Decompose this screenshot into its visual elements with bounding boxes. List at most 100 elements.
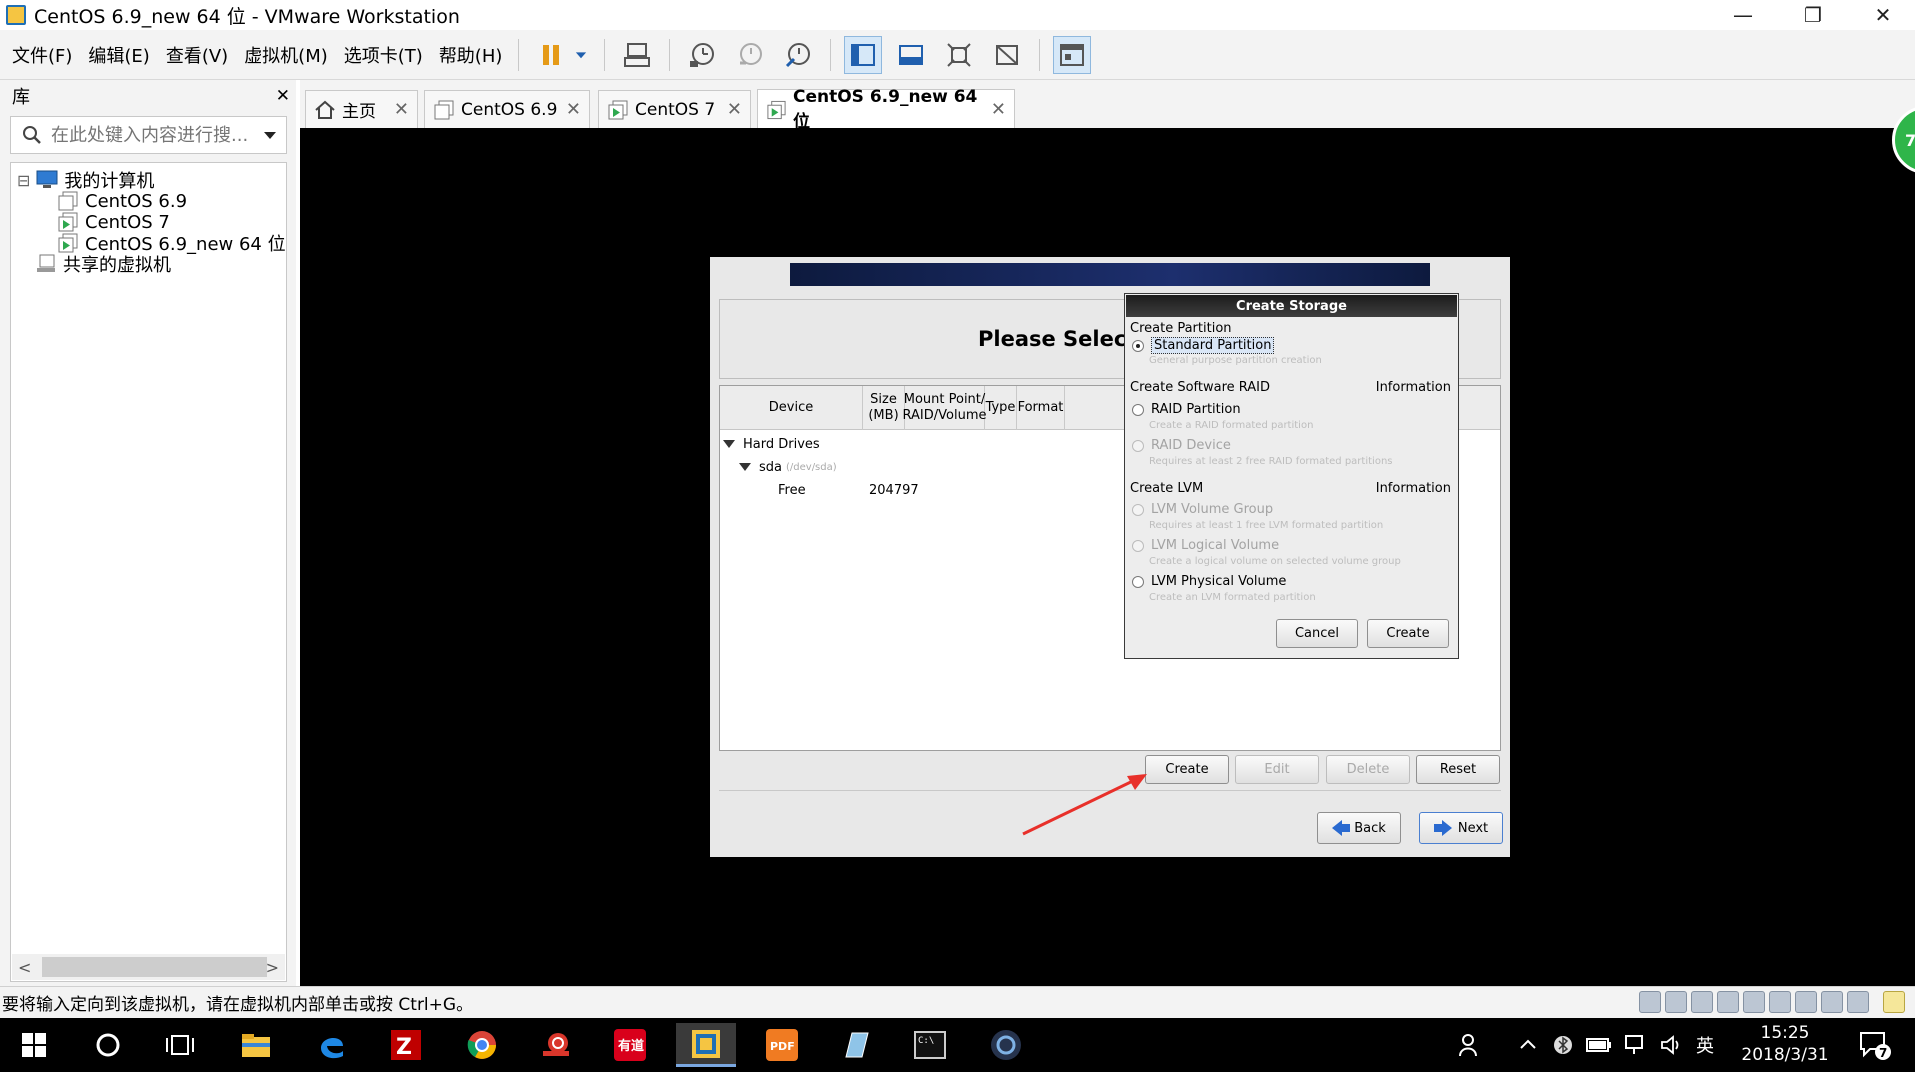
file-explorer-icon[interactable] [226, 1023, 286, 1067]
tree-row-sda[interactable]: sda (/dev/sda) [739, 457, 837, 477]
menu-view[interactable]: 查看(V) [158, 42, 236, 68]
library-close-icon[interactable]: ✕ [276, 86, 290, 106]
collapse-icon[interactable]: ⊟ [17, 171, 30, 190]
restore-button[interactable]: ❐ [1778, 0, 1848, 30]
radio-raid-partition[interactable]: RAID Partition [1132, 402, 1241, 417]
menu-help[interactable]: 帮助(H) [431, 42, 511, 68]
menu-edit[interactable]: 编辑(E) [80, 42, 157, 68]
col-type[interactable]: Type [985, 386, 1017, 430]
radio-icon[interactable] [1132, 403, 1144, 416]
chrome-icon[interactable] [452, 1023, 512, 1067]
edge-browser-icon[interactable] [302, 1023, 362, 1067]
tab-centos-69[interactable]: CentOS 6.9 ✕ [424, 90, 590, 128]
hard-disk-icon[interactable] [1639, 991, 1661, 1013]
radio-icon[interactable] [1132, 339, 1144, 352]
usb-icon[interactable] [1743, 991, 1765, 1013]
chevron-down-icon[interactable] [262, 127, 278, 143]
radio-lvm-physical-volume[interactable]: LVM Physical Volume [1132, 574, 1286, 589]
menu-vm[interactable]: 虚拟机(M) [236, 42, 336, 68]
action-center-icon[interactable]: 7 [1858, 1018, 1892, 1072]
terminal-icon[interactable]: C:\ [900, 1023, 960, 1067]
task-view-icon[interactable] [150, 1023, 210, 1067]
next-button[interactable]: Next [1419, 812, 1503, 844]
radio-icon[interactable] [1132, 575, 1144, 588]
col-format[interactable]: Format [1017, 386, 1065, 430]
volume-icon[interactable] [1660, 1018, 1684, 1072]
col-size[interactable]: Size (MB) [863, 386, 905, 430]
network-icon[interactable] [1717, 991, 1739, 1013]
expander-icon[interactable] [723, 440, 735, 448]
windows-start-icon[interactable] [4, 1023, 64, 1067]
thumbnail-icon[interactable] [1053, 35, 1092, 74]
lvm-information-link[interactable]: Information [1376, 481, 1451, 496]
reset-button[interactable]: Reset [1416, 755, 1500, 784]
close-icon[interactable]: ✕ [566, 99, 581, 120]
message-icon[interactable] [1883, 991, 1905, 1013]
library-hscrollbar[interactable]: < > [12, 954, 285, 980]
battery-icon[interactable] [1586, 1018, 1612, 1072]
minimize-button[interactable]: — [1708, 0, 1778, 30]
cortana-icon[interactable] [78, 1023, 138, 1067]
library-search[interactable] [10, 116, 287, 154]
tab-centos-7[interactable]: CentOS 7 ✕ [598, 90, 751, 128]
notes-app-icon[interactable] [826, 1023, 886, 1067]
bluetooth-icon[interactable] [1552, 1018, 1574, 1072]
radio-icon[interactable] [1132, 503, 1144, 516]
menu-tabs[interactable]: 选项卡(T) [336, 42, 431, 68]
tree-item-shared-vms[interactable]: 共享的虚拟机 [35, 251, 171, 277]
dialog-create-button[interactable]: Create [1367, 619, 1449, 648]
stretch-icon[interactable] [988, 36, 1026, 74]
edit-button[interactable]: Edit [1235, 755, 1319, 784]
close-icon[interactable]: ✕ [394, 99, 409, 120]
scroll-left-icon[interactable]: < [18, 958, 31, 977]
vmware-workstation-icon[interactable] [676, 1023, 736, 1067]
youdao-icon[interactable]: 有道 [600, 1023, 660, 1067]
tree-row-hard-drives[interactable]: Hard Drives [723, 434, 820, 454]
radio-lvm-volume-group[interactable]: LVM Volume Group [1132, 502, 1273, 517]
pdf-app-icon[interactable]: PDF [752, 1023, 812, 1067]
col-device[interactable]: Device [720, 386, 863, 430]
tab-centos-69-new[interactable]: CentOS 6.9_new 64 位 ✕ [757, 87, 1015, 132]
tray-chevron-up-icon[interactable] [1518, 1018, 1538, 1072]
radio-raid-device[interactable]: RAID Device [1132, 438, 1231, 453]
delete-button[interactable]: Delete [1326, 755, 1410, 784]
cancel-button[interactable]: Cancel [1276, 619, 1358, 648]
app-globe-icon[interactable] [976, 1023, 1036, 1067]
sound-icon[interactable] [1769, 991, 1791, 1013]
back-button[interactable]: Back [1317, 812, 1401, 844]
cd-drive-icon[interactable] [1665, 991, 1687, 1013]
fullscreen-icon[interactable] [892, 36, 930, 74]
dropdown-icon[interactable] [571, 36, 591, 74]
tree-row-free[interactable]: Free 204797 [778, 480, 1078, 500]
create-button[interactable]: Create [1145, 755, 1229, 784]
menu-file[interactable]: 文件(F) [4, 42, 80, 68]
pause-icon[interactable] [532, 36, 570, 74]
snapshot-icon[interactable] [683, 36, 721, 74]
close-icon[interactable]: ✕ [727, 99, 742, 120]
send-ctrl-alt-del-icon[interactable] [618, 36, 656, 74]
console-view-icon[interactable] [844, 35, 883, 74]
raid-information-link[interactable]: Information [1376, 380, 1451, 395]
printer-icon[interactable] [1795, 991, 1817, 1013]
close-icon[interactable]: ✕ [991, 99, 1006, 120]
search-input[interactable] [51, 124, 251, 146]
radio-standard-partition[interactable]: Standard Partition [1132, 337, 1275, 354]
ime-indicator[interactable]: 英 [1696, 1018, 1714, 1072]
scrollbar-thumb[interactable] [42, 957, 267, 977]
col-mount-point[interactable]: Mount Point/ RAID/Volume [903, 386, 987, 430]
usb-device-icon[interactable] [1847, 991, 1869, 1013]
network-icon[interactable] [1691, 991, 1713, 1013]
unity-icon[interactable] [940, 36, 978, 74]
people-icon[interactable] [1458, 1018, 1484, 1072]
close-button[interactable]: ✕ [1848, 0, 1915, 30]
radio-icon[interactable] [1132, 539, 1144, 552]
radio-lvm-logical-volume[interactable]: LVM Logical Volume [1132, 538, 1279, 553]
snail-app-icon[interactable] [526, 1023, 586, 1067]
snapshot-manager-icon[interactable] [779, 36, 817, 74]
taskbar-clock[interactable]: 15:25 2018/3/31 [1730, 1022, 1840, 1066]
revert-snapshot-icon[interactable] [731, 36, 769, 74]
tab-home[interactable]: 主页 ✕ [305, 90, 418, 128]
network-tray-icon[interactable] [1624, 1018, 1648, 1072]
expander-icon[interactable] [739, 463, 751, 471]
filezilla-icon[interactable]: Z [376, 1023, 436, 1067]
